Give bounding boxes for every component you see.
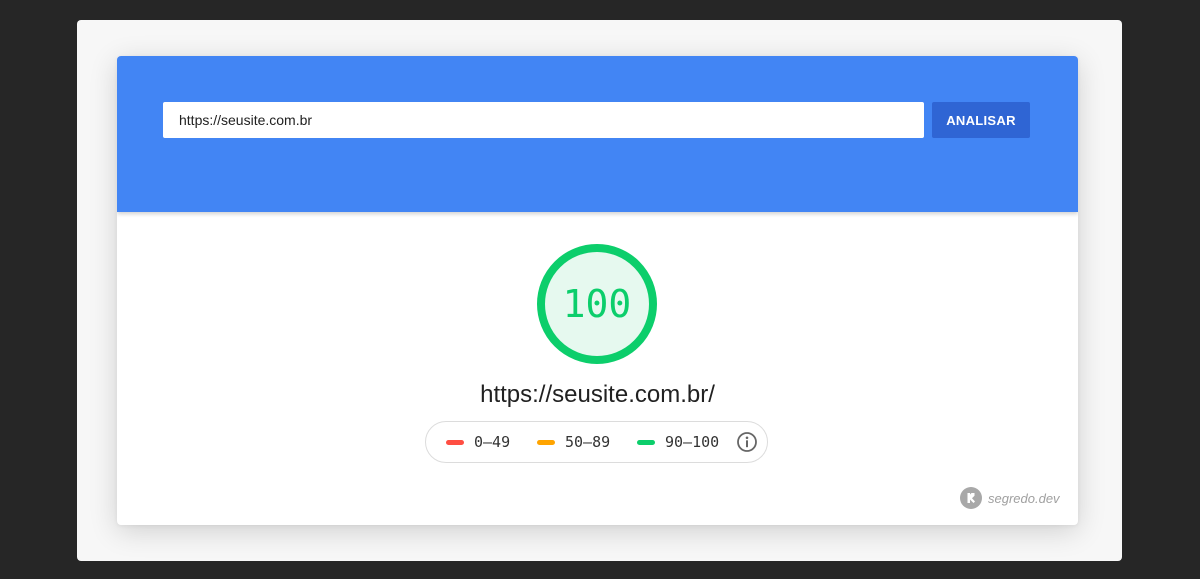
legend-item-average: 50–89 xyxy=(537,422,610,462)
header-bar: ANALISAR xyxy=(117,56,1078,212)
legend-label: 0–49 xyxy=(474,433,511,451)
legend-swatch-red xyxy=(446,439,464,445)
analyzed-url: https://seusite.com.br/ xyxy=(480,381,715,408)
score-value: 100 xyxy=(562,282,632,326)
watermark: segredo.dev xyxy=(960,487,1060,509)
segredo-logo-icon xyxy=(960,487,982,509)
legend-label: 90–100 xyxy=(665,433,720,451)
legend-item-poor: 0–49 xyxy=(446,422,510,462)
legend-swatch-orange xyxy=(537,439,555,445)
legend-label: 50–89 xyxy=(565,433,611,451)
score-legend: 0–49 50–89 90–100 xyxy=(425,421,768,463)
watermark-text: segredo.dev xyxy=(988,490,1060,506)
outer-panel: ANALISAR 100 https://seusite.com.br/ 0–4… xyxy=(77,20,1122,561)
info-icon[interactable] xyxy=(736,431,758,453)
legend-swatch-green xyxy=(637,439,655,445)
url-input[interactable] xyxy=(163,102,924,138)
score-gauge: 100 xyxy=(537,244,657,364)
report-card: ANALISAR 100 https://seusite.com.br/ 0–4… xyxy=(117,56,1078,525)
legend-item-good: 90–100 xyxy=(637,422,719,462)
analyze-button[interactable]: ANALISAR xyxy=(932,102,1030,138)
